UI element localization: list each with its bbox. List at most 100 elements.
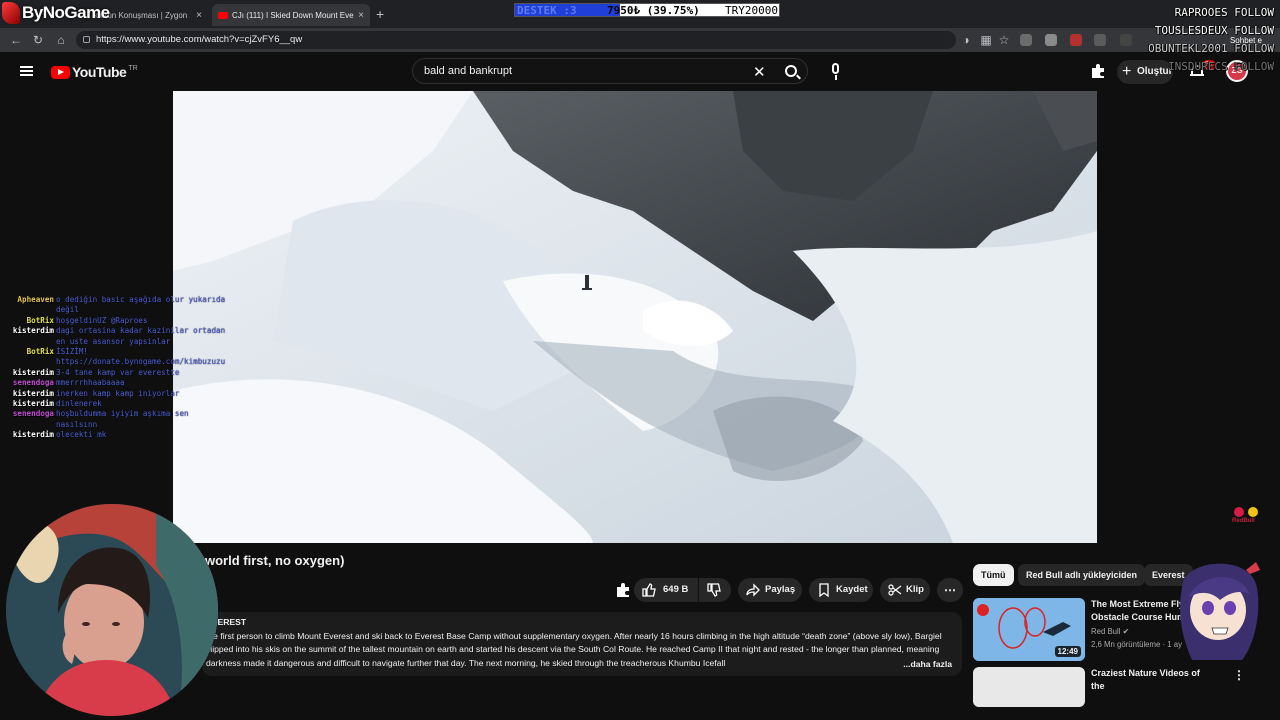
chat-text: İSİZİM! https://donate.bynogame.com/kimb… (56, 347, 226, 367)
extension-puzzle-icon[interactable] (1090, 63, 1106, 79)
follow-alert: INSDURECS FOLLOW (1168, 60, 1274, 73)
recommended-title[interactable]: Craziest Nature Videos of the (1091, 667, 1211, 693)
chat-text: olecekti mk (56, 430, 107, 440)
show-more-link[interactable]: ...daha fazla (899, 657, 952, 671)
chat-username: senendoga (12, 409, 54, 419)
chat-text: dagi ortasina kadar kazinilar ortadan en… (56, 326, 226, 346)
chat-text: inerken kamp kamp iniyorlar (56, 388, 180, 398)
extension-icon[interactable] (1020, 34, 1032, 46)
chat-message: kisterdim dinlenerek (0, 399, 230, 409)
bookmark-icon (819, 583, 829, 597)
donation-amount: 7950₺ (39.75%) (607, 4, 700, 17)
youtube-play-icon (51, 65, 70, 79)
sohbet-label: Sohbet e (1229, 36, 1262, 45)
home-icon[interactable]: ⌂ (53, 32, 69, 48)
follow-alert: RAPROOES FOLLOW (1174, 6, 1274, 19)
chip-all[interactable]: Tümü (973, 564, 1014, 586)
save-label: Kaydet (836, 584, 868, 595)
chat-message: BotRix hoşgeldinUZ @Raproes (0, 316, 230, 326)
bynogame-logo-icon (2, 2, 20, 24)
chat-message: kisterdim olecekti mk (0, 430, 230, 440)
video-thumbnail[interactable] (973, 667, 1085, 707)
bookmark-star-icon[interactable]: ☆ (996, 32, 1012, 48)
chat-message: senendoga mmerrrhhaabaaaa (0, 378, 230, 388)
verified-icon: ✔ (1122, 627, 1130, 636)
youtube-logo[interactable]: YouTube TR (51, 64, 138, 80)
more-actions-icon[interactable]: ⋯ (937, 578, 963, 602)
like-count: 649 B (663, 584, 689, 595)
chat-text: o dediğin basic aşağıda olur yukarıda de… (56, 295, 226, 315)
menu-icon[interactable] (20, 66, 33, 76)
donation-goal-bar: DESTEK :3 7950₺ (39.75%) TRY20000 (514, 3, 780, 17)
thumbs-up-icon (642, 583, 656, 597)
extension-icon[interactable] (1120, 34, 1132, 46)
stream-brand-logo: ByNoGame (0, 0, 110, 26)
like-button[interactable]: 649 B (634, 578, 698, 602)
browser-toolbar: ← ↻ ⌂ https://www.youtube.com/watch?v=cj… (0, 28, 1280, 52)
save-button[interactable]: Kaydet (809, 578, 873, 602)
search-icon[interactable] (785, 65, 797, 77)
microphone-icon[interactable] (826, 62, 846, 82)
video-description[interactable]: EVEREST the first person to climb Mount … (202, 612, 962, 676)
anime-character-overlay (1162, 548, 1274, 660)
clip-label: Klip (906, 584, 924, 595)
browser-tab-active[interactable]: CJı (111) I Skied Down Mount Eve × (212, 4, 370, 26)
plus-icon: + (1122, 63, 1132, 80)
youtube-favicon-icon (218, 11, 228, 19)
thumbs-down-icon (707, 583, 721, 597)
chat-message: kisterdim 3-4 tane kamp var everestte (0, 368, 230, 378)
tab-close-icon[interactable]: × (358, 10, 364, 21)
share-icon (746, 583, 760, 597)
chat-text: 3-4 tane kamp var everestte (56, 367, 180, 377)
channel-name[interactable]: Red Bull (1091, 627, 1120, 636)
video-player[interactable] (173, 91, 1097, 543)
chat-text: hoşgeldinUZ @Raproes (56, 315, 148, 325)
chat-username: kisterdim (12, 367, 54, 377)
donation-goal: TRY20000 (725, 4, 778, 17)
extension-puzzle-icon[interactable] (615, 582, 631, 598)
search-box[interactable]: bald and bankrupt ✕ (412, 58, 808, 84)
clip-button[interactable]: Klip (880, 578, 930, 602)
chat-message: Apheaven o dediğin basic aşağıda olur yuk… (0, 295, 230, 316)
address-bar[interactable]: https://www.youtube.com/watch?v=cjZvFY6_… (76, 31, 956, 49)
apps-icon[interactable]: ▦ (978, 32, 994, 48)
donation-label: DESTEK :3 (517, 4, 577, 17)
video-duration: 12:49 (1054, 646, 1081, 657)
youtube-wordmark: YouTube (72, 64, 127, 80)
chat-username: kisterdim (12, 326, 54, 336)
description-heading: EVEREST (206, 617, 247, 627)
chip-from-uploader[interactable]: Red Bull adlı yükleyiciden (1018, 564, 1146, 586)
share-button[interactable]: Paylaş (738, 578, 802, 602)
extension-icon[interactable] (1045, 34, 1057, 46)
tab-title: (111) I Skied Down Mount Eve (246, 10, 354, 20)
extension-icon[interactable] (1070, 34, 1082, 46)
translate-icon[interactable]: ◑ (958, 32, 974, 48)
more-options-icon[interactable]: ⋮ (1233, 668, 1245, 682)
chat-message: kisterdim inerken kamp kamp iniyorlar (0, 389, 230, 399)
youtube-header: YouTube TR bald and bankrupt ✕ + Oluştur… (0, 52, 1280, 90)
video-frame-snow-scene (173, 91, 1097, 543)
chat-username: BotRix (26, 347, 54, 357)
site-info-icon[interactable] (83, 36, 90, 43)
search-input[interactable]: bald and bankrupt (424, 65, 512, 77)
url-text: https://www.youtube.com/watch?v=cjZvFY6_… (96, 34, 303, 45)
chat-username: kisterdim (12, 430, 54, 440)
tab-close-icon[interactable]: × (196, 10, 202, 21)
dislike-button[interactable] (699, 578, 731, 602)
scissors-icon (888, 584, 902, 596)
new-tab-button[interactable]: + (376, 6, 384, 22)
clear-search-icon[interactable]: ✕ (753, 63, 766, 81)
video-thumbnail[interactable]: 12:49 (973, 598, 1085, 661)
chat-message: senendoga hoşbuldumma iyiyim aşkıma sen n… (0, 409, 230, 430)
red-bull-watermark-icon: RedBull (1230, 505, 1264, 527)
chat-username: Apheaven (17, 295, 54, 304)
chat-username: kisterdim (12, 399, 54, 409)
tab-prefix: CJı (232, 10, 244, 20)
chat-message: kisterdim dagi ortasina kadar kazinilar o… (0, 326, 230, 347)
chat-text: dinlenerek (56, 399, 102, 409)
back-icon[interactable]: ← (8, 32, 24, 48)
reload-icon[interactable]: ↻ (30, 32, 46, 48)
chat-username: BotRix (26, 315, 54, 325)
extension-icon[interactable] (1094, 34, 1106, 46)
share-label: Paylaş (765, 584, 796, 595)
